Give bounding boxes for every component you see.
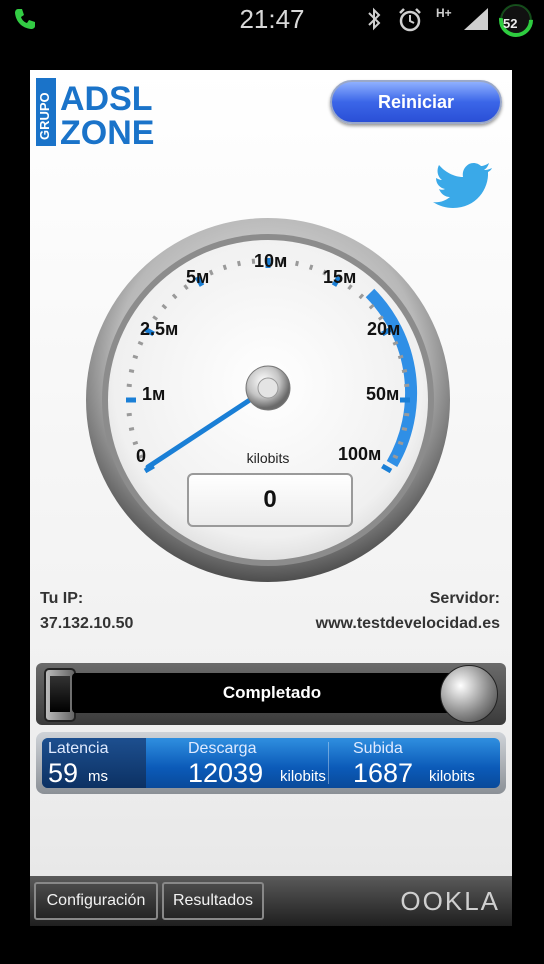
download-unit: kilobits (280, 768, 326, 785)
results-panel: Latencia 59 ms Descarga 12039 kilobits S… (36, 732, 506, 794)
test-status-bar: Completado (36, 663, 506, 725)
speedtest-app: GRUPO ADSL ZONE Reiniciar 0 1м 2.5м 5м 1… (30, 70, 512, 926)
download-label: Descarga (188, 740, 257, 757)
status-bar: 21:47 H+ 52 (0, 0, 544, 40)
battery-level: 52 (503, 16, 518, 31)
bottom-toolbar: Configuración Resultados OOKLA (30, 876, 512, 926)
latency-value: 59 (48, 758, 79, 788)
minor-tick (404, 383, 410, 388)
latency-label: Latencia (48, 740, 109, 757)
minor-tick (222, 264, 228, 271)
tick-label-50m: 50м (366, 384, 399, 404)
results-button[interactable]: Resultados (162, 882, 264, 920)
minor-tick (128, 427, 135, 431)
minor-tick (404, 412, 410, 417)
minor-tick (128, 369, 135, 373)
gauge-readout: 0 (187, 473, 353, 527)
tick-label-0: 0 (136, 446, 146, 466)
latency-result: Latencia 59 ms (42, 738, 146, 788)
download-result: Descarga 12039 kilobits (146, 738, 326, 788)
tick-label-10m: 10м (254, 251, 287, 271)
tick-label-100m: 100м (338, 444, 381, 464)
tick-label-2-5m: 2.5м (140, 319, 178, 339)
upload-unit: kilobits (429, 768, 475, 785)
speed-gauge: 0 1м 2.5м 5м 10м 15м 20м 50м 100м (86, 218, 450, 582)
minor-tick (392, 340, 399, 346)
signal-icon (462, 6, 490, 39)
tick-label-20m: 20м (367, 319, 400, 339)
minor-tick (401, 427, 408, 431)
tick-label-15m: 15м (323, 267, 356, 287)
alarm-icon (396, 6, 424, 41)
minor-tick (137, 340, 144, 346)
configuration-button[interactable]: Configuración (34, 882, 158, 920)
tick-label-1m: 1м (142, 384, 165, 404)
minor-tick (126, 412, 132, 417)
gauge-unit-label: kilobits (246, 450, 290, 466)
minor-tick (397, 440, 404, 446)
upload-label: Subida (353, 740, 403, 757)
minor-tick (397, 354, 404, 360)
server-value: www.testdevelocidad.es (315, 615, 500, 632)
globe-icon (440, 665, 498, 723)
server-label: Servidor: (429, 590, 500, 607)
minor-tick (126, 383, 132, 388)
ookla-logo: OOKLA (400, 886, 500, 916)
upload-value: 1687 (353, 758, 414, 788)
tick-label-5m: 5м (186, 267, 209, 287)
latency-unit: ms (88, 768, 108, 785)
minor-tick (308, 264, 314, 271)
minor-tick (237, 260, 241, 267)
minor-tick (132, 440, 139, 446)
bluetooth-icon (364, 6, 384, 39)
minor-tick (295, 260, 299, 267)
minor-tick (208, 269, 214, 276)
download-value: 12039 (188, 758, 264, 788)
test-status-text: Completado (72, 673, 472, 713)
upload-result: Subida 1687 kilobits (329, 738, 500, 788)
network-type-icon: H+ (436, 6, 452, 20)
ip-label: Tu IP: (40, 590, 84, 607)
minor-tick (392, 454, 399, 460)
minor-tick (401, 369, 408, 373)
minor-tick (132, 354, 139, 360)
ip-value: 37.132.10.50 (40, 615, 134, 632)
